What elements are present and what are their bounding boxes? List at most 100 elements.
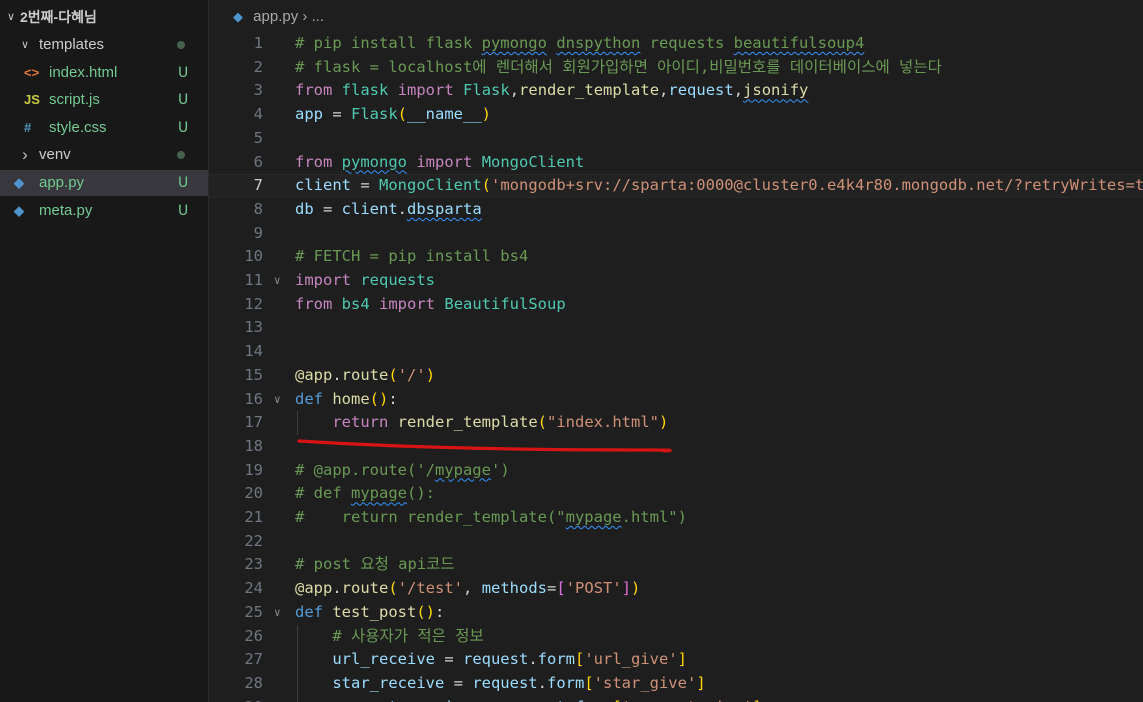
code-token: = [444, 673, 473, 692]
code-token: , [463, 579, 482, 598]
code-token: # pip install flask [295, 34, 482, 52]
line-number: 12 [244, 294, 263, 313]
code-token: MongoClient [379, 176, 482, 195]
code-token: [ [584, 673, 594, 692]
explorer-item-label: templates [39, 36, 105, 53]
code-token: BeautifulSoup [444, 294, 566, 313]
line-number: 26 [244, 626, 263, 645]
code-line[interactable]: 3 from flask import Flask,render_template… [209, 79, 1143, 103]
code-token: from [295, 152, 333, 171]
code-token: jsonify [743, 81, 809, 100]
code-token: = [472, 698, 500, 702]
code-line[interactable]: 5 [209, 127, 1143, 151]
explorer-item-meta-py[interactable]: ◆ meta.py U [0, 198, 208, 224]
code-line[interactable]: 15 @app.route('/') [209, 364, 1143, 388]
code-line[interactable]: 14 [209, 340, 1143, 364]
code-line[interactable]: 19 # @app.route('/mypage') [209, 459, 1143, 483]
code-token: from [295, 294, 333, 313]
explorer-item-label: app.py [39, 174, 85, 191]
html-file-icon: <> [24, 64, 40, 80]
explorer-item-venv[interactable]: › venv [0, 142, 208, 168]
root-folder-label: 2번째-다혜님 [20, 9, 97, 25]
code-token: test_post [332, 602, 417, 621]
code-line[interactable]: 20 # def mypage(): [209, 482, 1143, 506]
code-text: from pymongo import MongoClient [295, 151, 584, 175]
code-text: import requests [295, 269, 435, 293]
code-line[interactable]: 24 @app.route('/test', methods=['POST']) [209, 577, 1143, 601]
code-line[interactable]: 16 ∨ def home(): [209, 388, 1143, 412]
code-line[interactable]: 1 # pip install flask pymongo dnspython r… [209, 32, 1143, 56]
code-line[interactable]: 27 url_receive = request.form['url_give'… [209, 648, 1143, 672]
code-token: [ [556, 579, 566, 598]
line-number: 5 [253, 128, 263, 147]
code-token: 'url_give' [584, 650, 678, 669]
breadcrumb-file[interactable]: app.py [253, 8, 298, 25]
code-line[interactable]: 17 return render_template("index.html") [209, 411, 1143, 435]
line-number: 25 [244, 602, 263, 621]
line-number: 14 [244, 342, 263, 361]
code-token: [ [574, 650, 585, 669]
code-token: form [575, 698, 612, 702]
code-token: @app [295, 579, 333, 598]
code-line[interactable]: 25 ∨ def test_post(): [209, 601, 1143, 625]
untracked-badge: U [178, 119, 189, 136]
code-editor[interactable]: 1 # pip install flask pymongo dnspython r… [209, 32, 1143, 702]
code-token: request [500, 698, 565, 702]
explorer-sidebar: ∨ 2번째-다혜님 ∨ templates <> index.html U JS scrip… [0, 0, 209, 702]
code-token: return [332, 413, 389, 432]
explorer-item-script-js[interactable]: JS script.js U [0, 87, 208, 113]
chevron-down-icon: ∨ [20, 39, 30, 51]
code-line[interactable]: 28 star_receive = request.form['star_giv… [209, 671, 1143, 696]
code-line[interactable]: 7 client = MongoClient('mongodb+srv://spa… [209, 174, 1143, 198]
code-line[interactable]: 22 [209, 530, 1143, 554]
code-line[interactable]: 11 ∨ import requests [209, 269, 1143, 293]
code-text: from flask import Flask,render_template,… [295, 79, 808, 103]
code-token: . [397, 199, 408, 218]
fold-chevron-icon[interactable]: ∨ [274, 388, 286, 412]
explorer-item-index-html[interactable]: <> index.html U [0, 60, 208, 86]
code-token: '/test' [397, 579, 464, 598]
explorer-item-app-py[interactable]: ◆ app.py U [0, 170, 208, 196]
explorer-item-style-css[interactable]: # style.css U [0, 115, 208, 141]
breadcrumb-more[interactable]: ... [312, 8, 325, 25]
code-token: pymongo [341, 152, 407, 171]
code-line[interactable]: 6 from pymongo import MongoClient [209, 151, 1143, 175]
code-line[interactable]: 21 # return render_template("mypage.html"… [209, 506, 1143, 530]
line-number: 21 [244, 508, 263, 526]
code-line[interactable]: 8 db = client.dbsparta [209, 198, 1143, 222]
code-line[interactable]: 12 from bs4 import BeautifulSoup [209, 293, 1143, 317]
code-token: ] [621, 579, 632, 598]
code-line[interactable]: 26 # 사용자가 적은 정보 [209, 624, 1143, 649]
code-token: .html") [621, 508, 687, 526]
code-line[interactable]: 18 [209, 435, 1143, 459]
code-line[interactable]: 9 [209, 222, 1143, 246]
code-token: client [295, 176, 351, 195]
code-line[interactable]: 2 # flask = localhost에 렌더해서 회원가입하면 아이디,비밀… [209, 56, 1143, 80]
untracked-badge: U [178, 175, 189, 191]
code-token: ] [696, 673, 706, 692]
code-token: beautifulsoup4 [733, 34, 865, 52]
code-token: comment_receive [332, 698, 472, 702]
fold-chevron-icon[interactable]: ∨ [274, 601, 286, 625]
fold-chevron-icon[interactable]: ∨ [274, 269, 286, 293]
untracked-badge: U [178, 92, 189, 109]
code-line[interactable]: 4 app = Flask(__name__) [209, 103, 1143, 127]
code-line[interactable]: 10 # FETCH = pip install bs4 [209, 245, 1143, 269]
code-token: form [537, 650, 575, 669]
code-token: () [369, 389, 389, 408]
code-line[interactable]: 29 comment_receive = request.form['comme… [209, 695, 1143, 702]
explorer-root-folder[interactable]: ∨ 2번째-다혜님 [0, 4, 208, 30]
code-token: url_receive [332, 650, 435, 669]
line-number: 6 [253, 152, 263, 171]
explorer-item-templates[interactable]: ∨ templates [0, 32, 208, 58]
code-token: import [397, 81, 454, 100]
code-token: ] [677, 650, 687, 669]
code-line[interactable]: 13 [209, 316, 1143, 340]
code-text: def home(): [295, 388, 398, 412]
line-number: 7 [253, 176, 263, 195]
code-line[interactable]: 23 # post 요청 api코드 [209, 553, 1143, 577]
